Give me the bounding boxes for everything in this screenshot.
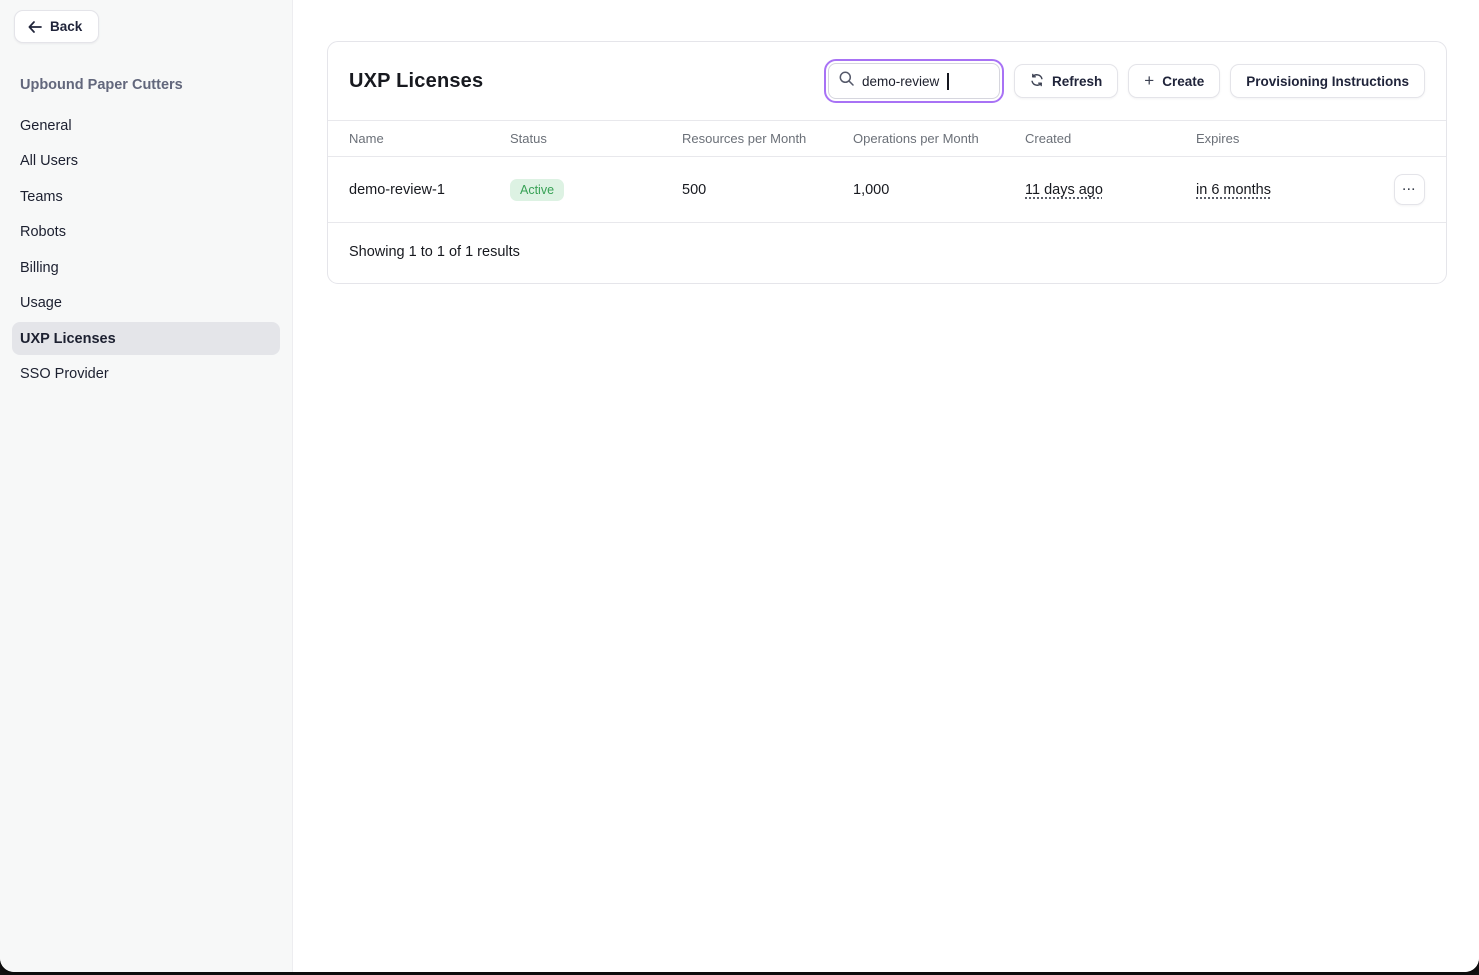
- sidebar-item-sso-provider[interactable]: SSO Provider: [12, 358, 280, 391]
- column-header-resources: Resources per Month: [682, 121, 853, 157]
- licenses-table: Name Status Resources per Month Operatio…: [328, 121, 1446, 223]
- row-actions-button[interactable]: ...: [1394, 174, 1425, 205]
- card-header: UXP Licenses demo-review: [328, 42, 1446, 121]
- column-header-expires: Expires: [1196, 121, 1376, 157]
- header-actions: demo-review Refresh: [824, 63, 1425, 99]
- sidebar-item-all-users[interactable]: All Users: [12, 145, 280, 178]
- sidebar-item-usage[interactable]: Usage: [12, 287, 280, 320]
- operations-per-month-value: 1,000: [853, 157, 1025, 223]
- arrow-left-icon: [28, 21, 42, 33]
- provisioning-instructions-button[interactable]: Provisioning Instructions: [1230, 64, 1425, 98]
- column-header-operations: Operations per Month: [853, 121, 1025, 157]
- sidebar-item-robots[interactable]: Robots: [12, 216, 280, 249]
- refresh-button-label: Refresh: [1052, 74, 1102, 89]
- back-button[interactable]: Back: [14, 10, 99, 43]
- table-row: demo-review-1 Active 500 1,000 11 days a…: [328, 157, 1446, 223]
- expires-relative-date[interactable]: in 6 months: [1196, 182, 1271, 198]
- settings-sidebar: Back Upbound Paper Cutters General All U…: [0, 0, 293, 972]
- page-title: UXP Licenses: [349, 70, 483, 93]
- sidebar-item-teams[interactable]: Teams: [12, 180, 280, 213]
- column-header-actions: [1376, 121, 1446, 157]
- sidebar-nav: Upbound Paper Cutters General All Users …: [12, 69, 280, 391]
- search-icon: [839, 71, 854, 91]
- sidebar-item-billing[interactable]: Billing: [12, 251, 280, 284]
- sidebar-item-uxp-licenses[interactable]: UXP Licenses: [12, 322, 280, 355]
- search-input-value: demo-review: [862, 74, 939, 89]
- create-button-label: Create: [1162, 74, 1204, 89]
- resources-per-month-value: 500: [682, 157, 853, 223]
- uxp-licenses-card: UXP Licenses demo-review: [327, 41, 1447, 284]
- provisioning-instructions-label: Provisioning Instructions: [1246, 74, 1409, 89]
- column-header-name: Name: [328, 121, 510, 157]
- license-name: demo-review-1: [328, 157, 510, 223]
- create-button[interactable]: + Create: [1128, 64, 1220, 98]
- app-window: Back Upbound Paper Cutters General All U…: [0, 0, 1479, 972]
- plus-icon: +: [1144, 72, 1154, 89]
- text-caret: [947, 73, 949, 90]
- status-badge: Active: [510, 179, 564, 201]
- column-header-created: Created: [1025, 121, 1196, 157]
- table-header-row: Name Status Resources per Month Operatio…: [328, 121, 1446, 157]
- refresh-button[interactable]: Refresh: [1014, 64, 1118, 98]
- ellipsis-icon: ...: [1403, 181, 1417, 193]
- created-relative-date[interactable]: 11 days ago: [1025, 182, 1103, 198]
- refresh-icon: [1030, 73, 1044, 90]
- org-name-heading: Upbound Paper Cutters: [12, 69, 280, 101]
- results-summary: Showing 1 to 1 of 1 results: [328, 223, 1446, 283]
- column-header-status: Status: [510, 121, 682, 157]
- main-content: UXP Licenses demo-review: [293, 0, 1479, 972]
- search-input[interactable]: demo-review: [828, 63, 1000, 99]
- sidebar-item-general[interactable]: General: [12, 109, 280, 142]
- back-button-label: Back: [50, 19, 82, 34]
